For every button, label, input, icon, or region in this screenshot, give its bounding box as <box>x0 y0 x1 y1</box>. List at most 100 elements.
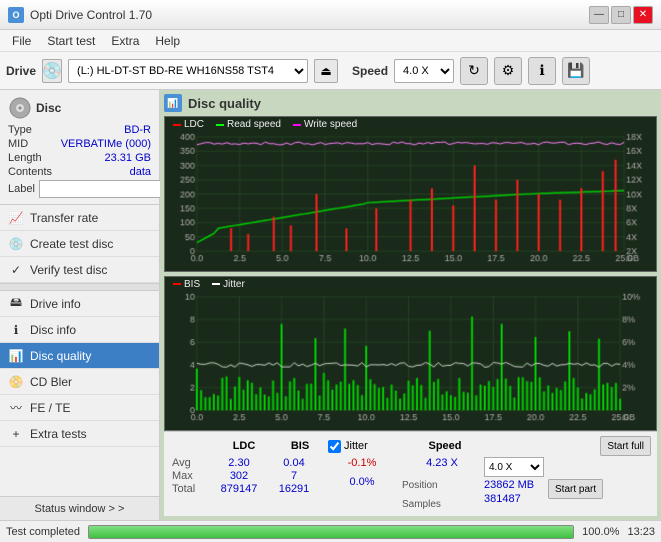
legend-bis: BIS <box>173 279 200 290</box>
legend-read-speed: Read speed <box>216 119 281 130</box>
drive-icon: 💿 <box>42 59 62 83</box>
avg-bis: 0.04 <box>268 457 320 469</box>
extra-tests-icon: + <box>8 426 24 442</box>
sidebar-item-disc-quality[interactable]: 📊 Disc quality <box>0 343 159 369</box>
stats-left-table: Avg 2.30 0.04 Max 302 7 Total 879147 162… <box>170 457 320 495</box>
max-ldc: 302 <box>211 470 267 482</box>
position-row: Position <box>402 476 482 494</box>
content-header: 📊 Disc quality <box>164 94 657 112</box>
menu-start-test[interactable]: Start test <box>39 32 103 50</box>
total-jitter <box>322 495 402 513</box>
stats-jitter-col: -0.1% 0.0% <box>322 457 402 513</box>
refresh-button[interactable]: ↻ <box>460 57 488 85</box>
content-area: 📊 Disc quality LDC Read speed <box>160 90 661 520</box>
sidebar-item-fe-te[interactable]: 〰 FE / TE <box>0 395 159 421</box>
sidebar-item-cd-bler[interactable]: 📀 CD Bler <box>0 369 159 395</box>
maximize-button[interactable]: □ <box>611 6 631 24</box>
sidebar-item-label-transfer-rate: Transfer rate <box>30 211 98 225</box>
settings-button[interactable]: ⚙ <box>494 57 522 85</box>
sidebar-item-create-test-disc[interactable]: 💿 Create test disc <box>0 231 159 257</box>
stats-speed-header: Speed <box>420 440 470 452</box>
disc-icon <box>8 96 32 120</box>
status-window-button[interactable]: Status window > > <box>0 496 159 520</box>
disc-type-row: Type BD-R <box>8 124 151 136</box>
sidebar-item-label-verify-test: Verify test disc <box>30 263 107 277</box>
start-buttons-col: Start part <box>548 457 603 499</box>
disc-mid-value: VERBATIMe (000) <box>61 138 151 150</box>
legend-bis-label: BIS <box>184 279 200 290</box>
disc-mid-label: MID <box>8 138 28 150</box>
stats-right-col: 4.0 X 23862 MB 381487 <box>484 457 544 505</box>
close-button[interactable]: ✕ <box>633 6 653 24</box>
info-button[interactable]: ℹ <box>528 57 556 85</box>
legend-write-dot <box>293 124 301 126</box>
position-value: 23862 MB <box>484 479 544 491</box>
chart1-legend: LDC Read speed Write speed <box>173 119 357 130</box>
progress-bar-fill <box>89 526 573 538</box>
speed-dropdown[interactable]: 4.0 X <box>484 457 544 477</box>
save-button[interactable]: 💾 <box>562 57 590 85</box>
total-ldc: 879147 <box>211 483 267 495</box>
legend-write-label: Write speed <box>304 119 357 130</box>
start-part-button[interactable]: Start part <box>548 479 603 499</box>
cd-bler-icon: 📀 <box>8 374 24 390</box>
sidebar-item-label-cd-bler: CD Bler <box>30 375 72 389</box>
avg-jitter: -0.1% <box>322 457 402 475</box>
speed-select[interactable]: 4.0 X <box>394 59 454 83</box>
legend-ldc-dot <box>173 124 181 126</box>
sidebar-item-drive-info[interactable]: 🖴 Drive info <box>0 291 159 317</box>
legend-read-label: Read speed <box>227 119 281 130</box>
toolbar: Drive 💿 (L:) HL-DT-ST BD-RE WH16NS58 TST… <box>0 52 661 90</box>
disc-type-label: Type <box>8 124 32 136</box>
nav-divider-1 <box>0 283 159 291</box>
jitter-checkbox[interactable] <box>328 440 341 453</box>
sidebar-item-verify-test-disc[interactable]: ✓ Verify test disc <box>0 257 159 283</box>
disc-length-row: Length 23.31 GB <box>8 152 151 164</box>
start-full-button[interactable]: Start full <box>600 436 651 456</box>
disc-length-label: Length <box>8 152 42 164</box>
sidebar-item-label-fe-te: FE / TE <box>30 401 70 415</box>
menu-file[interactable]: File <box>4 32 39 50</box>
menu-bar: File Start test Extra Help <box>0 30 661 52</box>
stats-ldc-header: LDC <box>216 440 272 452</box>
eject-button[interactable]: ⏏ <box>314 59 338 83</box>
legend-jitter-dot <box>212 283 220 285</box>
drive-select[interactable]: (L:) HL-DT-ST BD-RE WH16NS58 TST4 <box>68 59 308 83</box>
sidebar-item-disc-info[interactable]: ℹ Disc info <box>0 317 159 343</box>
max-label: Max <box>170 470 210 482</box>
label-input[interactable] <box>39 180 177 198</box>
jitter-label: Jitter <box>344 440 368 452</box>
sidebar-item-transfer-rate[interactable]: 📈 Transfer rate <box>0 205 159 231</box>
menu-help[interactable]: Help <box>147 32 188 50</box>
sidebar-item-label-create-test: Create test disc <box>30 237 113 251</box>
title-bar-left: O Opti Drive Control 1.70 <box>8 7 152 23</box>
menu-extra[interactable]: Extra <box>103 32 147 50</box>
sidebar-item-extra-tests[interactable]: + Extra tests <box>0 421 159 447</box>
minimize-button[interactable]: — <box>589 6 609 24</box>
disc-mid-row: MID VERBATIMe (000) <box>8 138 151 150</box>
window-controls[interactable]: — □ ✕ <box>589 6 653 24</box>
samples-label: Samples <box>402 499 441 510</box>
stats-area: LDC BIS Jitter Speed Start full Avg 2.30… <box>164 431 657 516</box>
progress-bar-container <box>88 525 574 539</box>
nav-items: 📈 Transfer rate 💿 Create test disc ✓ Ver… <box>0 205 159 496</box>
legend-bis-dot <box>173 283 181 285</box>
stats-speed-col: 4.23 X Position Samples <box>402 457 482 513</box>
max-jitter: 0.0% <box>322 476 402 494</box>
legend-write-speed: Write speed <box>293 119 357 130</box>
content-title-icon: 📊 <box>164 94 182 112</box>
avg-speed: 4.23 X <box>402 457 482 475</box>
legend-jitter-label: Jitter <box>223 279 245 290</box>
sidebar-item-label-extra-tests: Extra tests <box>30 427 87 441</box>
legend-ldc: LDC <box>173 119 204 130</box>
chart2-legend: BIS Jitter <box>173 279 245 290</box>
stats-header-row: LDC BIS Jitter Speed Start full <box>170 435 651 457</box>
label-row: Label ✏ <box>8 180 151 198</box>
progress-area: Test completed 100.0% 13:23 <box>0 520 661 542</box>
sidebar-item-label-disc-quality: Disc quality <box>30 349 91 363</box>
label-label: Label <box>8 183 35 195</box>
stats-data-rows: Avg 2.30 0.04 Max 302 7 Total 879147 162… <box>170 457 651 513</box>
drive-info-icon: 🖴 <box>8 296 24 312</box>
chart-bis: BIS Jitter <box>164 276 657 432</box>
total-label: Total <box>170 483 210 495</box>
